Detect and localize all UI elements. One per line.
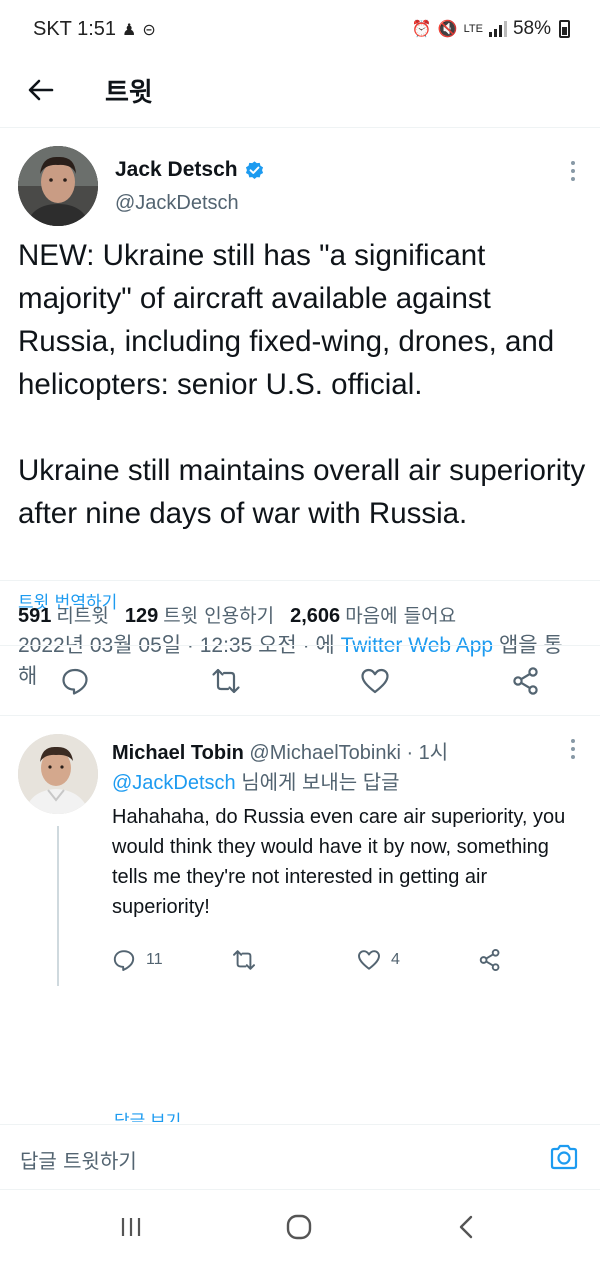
like-icon[interactable]	[360, 666, 390, 696]
reply-share-icon	[479, 948, 500, 972]
system-navigation-bar	[0, 1190, 600, 1267]
status-right: ⏰ 🔇 LTE 58%	[412, 18, 570, 40]
reply-retweet-icon	[233, 950, 255, 970]
retweets-count: 591	[18, 605, 52, 627]
reply-time: · 1시	[400, 742, 449, 764]
author-name-text: Jack Detsch	[115, 158, 238, 181]
reply-tweet[interactable]: Michael Tobin @MichaelTobinki · 1시 @Jack…	[0, 716, 600, 996]
reply-icon[interactable]	[60, 666, 90, 696]
author-avatar[interactable]	[18, 146, 98, 226]
tweet-actions	[0, 646, 600, 716]
carrier-time: SKT 1:51	[33, 18, 117, 40]
replying-to: @JackDetsch 님에게 보내는 답글	[112, 766, 400, 795]
status-left: SKT 1:51 ♟ ⊝	[33, 18, 156, 41]
engagement-stats: 591 리트윗 129 트윗 인용하기 2,606 마음에 들어요	[0, 580, 600, 646]
reply-author-avatar[interactable]	[18, 734, 98, 814]
reply-reply-count: 11	[146, 951, 163, 968]
likes-label: 마음에 들어요	[345, 605, 457, 627]
app-header: 트윗	[0, 60, 600, 128]
network-type: LTE	[463, 22, 483, 35]
replying-to-mention[interactable]: @JackDetsch	[112, 772, 236, 794]
camera-icon[interactable]	[548, 1141, 580, 1173]
battery-icon	[559, 20, 570, 38]
reply-share-button[interactable]	[478, 948, 502, 972]
compose-reply-input[interactable]: 답글 트윗하기	[20, 1145, 137, 1174]
replying-to-suffix: 님에게 보내는 답글	[235, 772, 400, 794]
author-name[interactable]: Jack Detsch	[115, 158, 265, 182]
quotes-label: 트윗 인용하기	[163, 605, 275, 627]
reply-like-icon	[358, 950, 380, 970]
reply-more-options-icon[interactable]	[570, 738, 576, 760]
system-back-icon[interactable]	[452, 1212, 482, 1242]
retweet-icon[interactable]	[211, 666, 241, 696]
battery-percent: 58%	[512, 18, 551, 39]
home-icon[interactable]	[284, 1212, 314, 1242]
more-options-icon[interactable]	[570, 160, 576, 182]
share-icon[interactable]	[511, 666, 541, 696]
notification-icon: ♟	[122, 21, 137, 39]
tweet-paragraph-2: Ukraine still maintains overall air supe…	[18, 454, 586, 530]
status-bar: SKT 1:51 ♟ ⊝ ⏰ 🔇 LTE 58%	[0, 0, 600, 60]
reply-actions: 11 4	[112, 948, 582, 978]
author-avatar-image	[18, 146, 98, 226]
compose-reply-bar[interactable]: 답글 트윗하기	[0, 1124, 600, 1190]
likes-count: 2,606	[290, 605, 341, 627]
likes-stat[interactable]: 2,606 마음에 들어요	[290, 601, 456, 628]
reply-like-count: 4	[391, 951, 400, 968]
recent-apps-icon[interactable]	[116, 1212, 146, 1242]
reply-retweet-button[interactable]	[232, 948, 256, 972]
reply-like-button[interactable]: 4	[357, 948, 400, 972]
tweet-text: NEW: Ukraine still has "a significant ma…	[18, 234, 588, 535]
author-handle[interactable]: @JackDetsch	[115, 192, 239, 215]
verified-badge-icon	[245, 160, 263, 179]
reply-author-name[interactable]: Michael Tobin	[112, 742, 244, 764]
reply-author-avatar-image	[18, 734, 98, 814]
quotes-count: 129	[124, 605, 159, 627]
do-not-disturb-icon: ⊝	[142, 21, 156, 39]
retweets-label: 리트윗	[56, 605, 109, 627]
thread-line	[57, 826, 59, 986]
show-replies-link[interactable]: 답글 보기	[114, 1110, 181, 1122]
mute-icon: 🔇	[437, 21, 458, 38]
back-arrow-icon[interactable]	[26, 75, 56, 105]
reply-text: Hahahaha, do Russia even care air superi…	[112, 806, 566, 918]
retweets-stat[interactable]: 591 리트윗	[18, 601, 109, 628]
reply-reply-button[interactable]: 11	[112, 948, 163, 972]
alarm-icon: ⏰	[411, 21, 432, 38]
reply-author-handle[interactable]: @MichaelTobinki	[249, 742, 400, 764]
page-title: 트윗	[105, 78, 153, 108]
signal-icon	[488, 21, 507, 37]
reply-header: Michael Tobin @MichaelTobinki · 1시	[112, 736, 448, 765]
tweet-paragraph-1: NEW: Ukraine still has "a significant ma…	[18, 239, 555, 401]
quotes-stat[interactable]: 129 트윗 인용하기	[125, 601, 274, 628]
reply-reply-icon	[113, 950, 135, 971]
